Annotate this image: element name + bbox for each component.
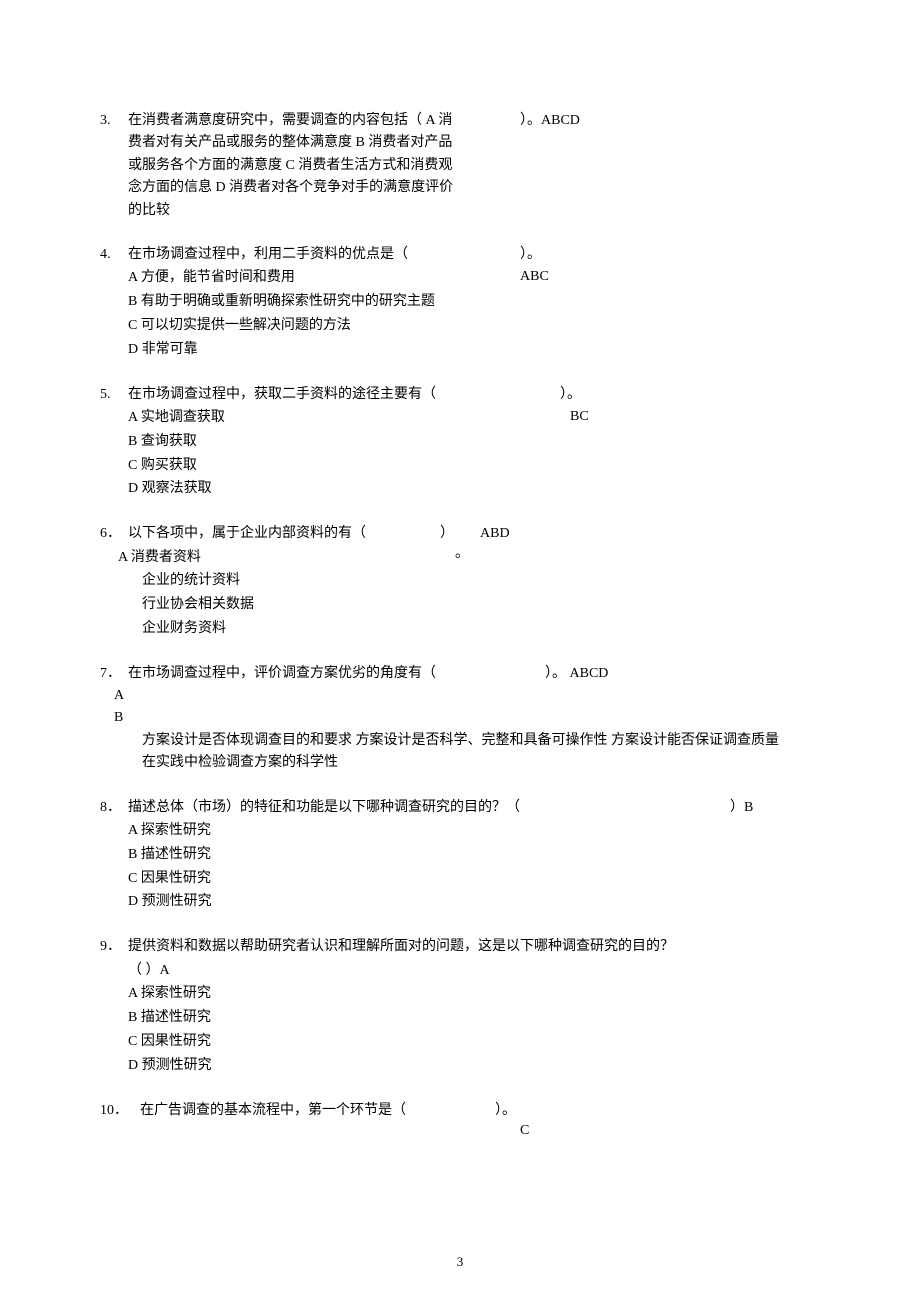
option-c: C 购买获取 bbox=[128, 454, 820, 478]
question-9: 9． 提供资料和数据以帮助研究者认识和理解所面对的问题，这是以下哪种调查研究的目… bbox=[100, 936, 820, 1077]
answer-label: ABC bbox=[520, 266, 549, 288]
option-b: B 描述性研究 bbox=[128, 1006, 820, 1030]
question-stem: 在市场调查过程中，利用二手资料的优点是（ bbox=[128, 247, 408, 262]
closing-paren: ）。 bbox=[520, 244, 541, 266]
question-stem: 描述总体（市场）的特征和功能是以下哪种调查研究的目的？（ bbox=[128, 800, 520, 815]
option-c: C 因果性研究 bbox=[128, 1030, 820, 1054]
answer-label: ）。 ABCD bbox=[545, 663, 608, 685]
label-b: B bbox=[114, 707, 820, 729]
option-a: A 消费者资料 bbox=[118, 546, 820, 570]
question-number: 9． bbox=[100, 936, 121, 958]
page-number: 3 bbox=[0, 1252, 920, 1273]
option-d: D 非常可靠 bbox=[128, 338, 820, 362]
question-body: 在市场调查过程中，利用二手资料的优点是（ A 方便，能节省时间和费用 B 有助于… bbox=[128, 244, 820, 362]
answer-label: ABD bbox=[480, 523, 510, 545]
question-body: 提供资料和数据以帮助研究者认识和理解所面对的问题，这是以下哪种调查研究的目的？ … bbox=[128, 936, 820, 1077]
option-b: B 描述性研究 bbox=[128, 843, 820, 867]
question-body: 在广告调查的基本流程中，第一个环节是（ bbox=[140, 1100, 820, 1122]
closing-paren: ） bbox=[440, 523, 454, 545]
option-b: B 有助于明确或重新明确探索性研究中的研究主题 bbox=[128, 290, 820, 314]
question-5: 5. 在市场调查过程中，获取二手资料的途径主要有（ A 实地调查获取 B 查询获… bbox=[100, 384, 820, 502]
label-a: A bbox=[114, 685, 820, 707]
question-body: 在消费者满意度研究中，需要调查的内容包括（ A 消费者对有关产品或服务的整体满意… bbox=[128, 110, 463, 222]
question-number: 7． bbox=[100, 663, 121, 685]
option-a: A 探索性研究 bbox=[128, 982, 820, 1006]
closing-paren: ）。 bbox=[560, 384, 581, 406]
question-text: 在消费者满意度研究中，需要调查的内容包括（ A 消费者对有关产品或服务的整体满意… bbox=[128, 113, 453, 218]
option-line: 行业协会相关数据 bbox=[142, 593, 820, 617]
option-a: A 实地调查获取 bbox=[128, 406, 820, 430]
question-body: 在市场调查过程中，评价调查方案优劣的角度有（ ）。 ABCD bbox=[128, 663, 820, 685]
closing-paren: ）。 bbox=[495, 1100, 516, 1122]
answer-label: ）。ABCD bbox=[520, 110, 580, 132]
question-stem: 在市场调查过程中，获取二手资料的途径主要有（ bbox=[128, 387, 436, 402]
question-stem: 以下各项中，属于企业内部资料的有（ bbox=[128, 526, 366, 541]
option-a: A 探索性研究 bbox=[128, 819, 820, 843]
question-number: 6． bbox=[100, 523, 121, 545]
answer-label: BC bbox=[570, 406, 589, 428]
question-body: 以下各项中，属于企业内部资料的有（ ） ABD 。 bbox=[128, 523, 820, 545]
option-c: C 可以切实提供一些解决问题的方法 bbox=[128, 314, 820, 338]
answer-label: C bbox=[520, 1120, 529, 1142]
option-d: D 观察法获取 bbox=[128, 477, 820, 501]
question-4: 4. 在市场调查过程中，利用二手资料的优点是（ A 方便，能节省时间和费用 B … bbox=[100, 244, 820, 362]
option-line: 企业的统计资料 bbox=[142, 569, 820, 593]
question-stem: 在广告调查的基本流程中，第一个环节是（ bbox=[140, 1103, 406, 1118]
option-line: 企业财务资料 bbox=[142, 617, 820, 641]
options-block: A 消费者资料 企业的统计资料 行业协会相关数据 企业财务资料 bbox=[118, 546, 820, 641]
option-d: D 预测性研究 bbox=[128, 1054, 820, 1078]
question-body: 描述总体（市场）的特征和功能是以下哪种调查研究的目的？（ ）B A 探索性研究 … bbox=[128, 797, 820, 915]
question-stem: 在市场调查过程中，评价调查方案优劣的角度有（ bbox=[128, 666, 436, 681]
option-a: A 方便，能节省时间和费用 bbox=[128, 266, 820, 290]
answer-line: （ ）A bbox=[128, 959, 820, 983]
option-d: D 预测性研究 bbox=[128, 890, 820, 914]
question-number: 10． bbox=[100, 1100, 128, 1122]
option-text: 方案设计是否体现调查目的和要求 方案设计是否科学、完整和具备可操作性 方案设计能… bbox=[142, 730, 790, 775]
question-7: 7． 在市场调查过程中，评价调查方案优劣的角度有（ ）。 ABCD A B 方案… bbox=[100, 663, 820, 775]
question-10: 10． 在广告调查的基本流程中，第一个环节是（ ）。 C bbox=[100, 1100, 820, 1122]
question-number: 5. bbox=[100, 384, 111, 406]
question-6: 6． 以下各项中，属于企业内部资料的有（ ） ABD 。 A 消费者资料 企业的… bbox=[100, 523, 820, 641]
question-number: 3. bbox=[100, 110, 111, 132]
question-3: 3. 在消费者满意度研究中，需要调查的内容包括（ A 消费者对有关产品或服务的整… bbox=[100, 110, 820, 222]
option-c: C 因果性研究 bbox=[128, 867, 820, 891]
question-body: 在市场调查过程中，获取二手资料的途径主要有（ A 实地调查获取 B 查询获取 C… bbox=[128, 384, 820, 502]
period: 。 bbox=[455, 543, 469, 565]
question-stem: 提供资料和数据以帮助研究者认识和理解所面对的问题，这是以下哪种调查研究的目的？ bbox=[128, 939, 674, 954]
option-b: B 查询获取 bbox=[128, 430, 820, 454]
question-number: 4. bbox=[100, 244, 111, 266]
answer-label: ）B bbox=[730, 797, 753, 819]
question-8: 8． 描述总体（市场）的特征和功能是以下哪种调查研究的目的？（ ）B A 探索性… bbox=[100, 797, 820, 915]
question-number: 8． bbox=[100, 797, 121, 819]
